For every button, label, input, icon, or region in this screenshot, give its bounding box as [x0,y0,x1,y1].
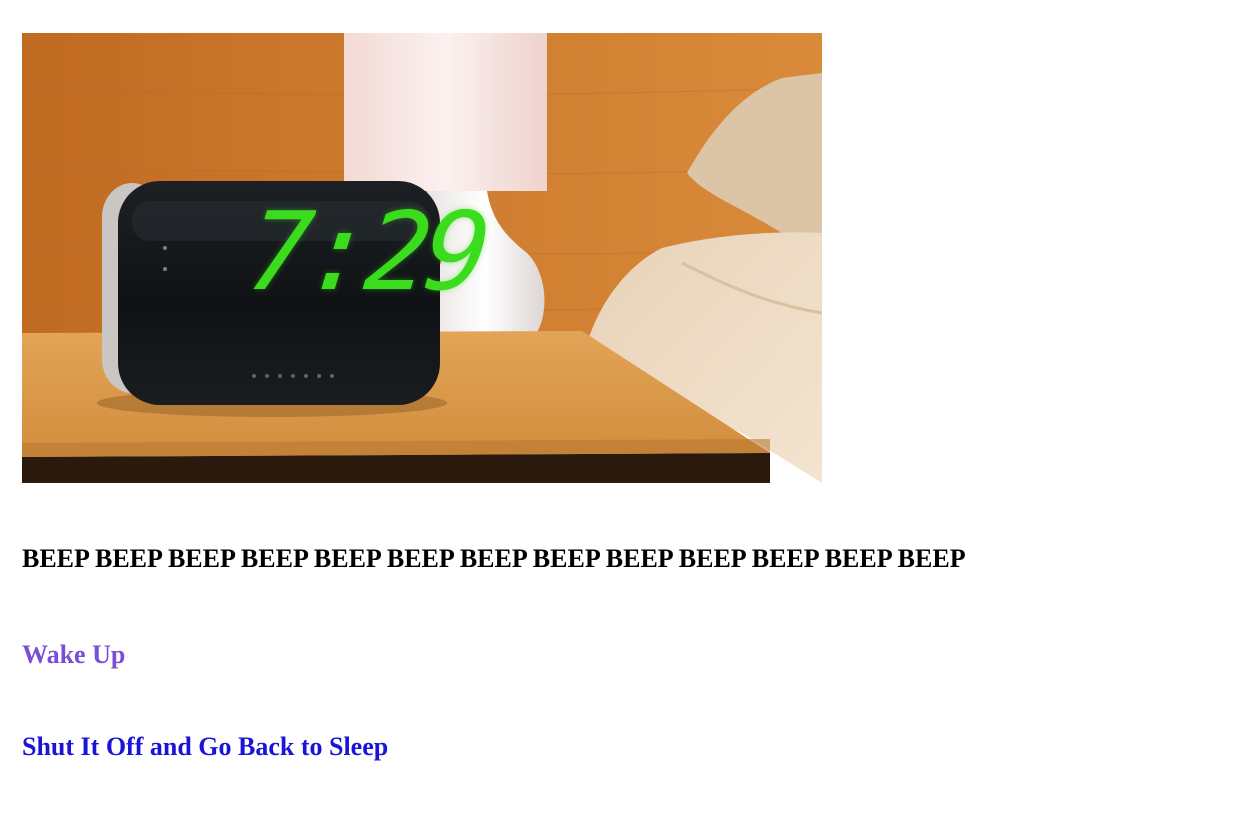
wake-up-link[interactable]: Wake Up [22,640,125,670]
beep-headline: BEEP BEEP BEEP BEEP BEEP BEEP BEEP BEEP … [22,544,966,573]
clock-display: 7:29 [241,190,491,315]
shut-it-off-link[interactable]: Shut It Off and Go Back to Sleep [22,732,388,762]
page: 7:29 BEEP BEEP BEEP BEEP BEEP BEEP BEEP … [0,0,1243,828]
